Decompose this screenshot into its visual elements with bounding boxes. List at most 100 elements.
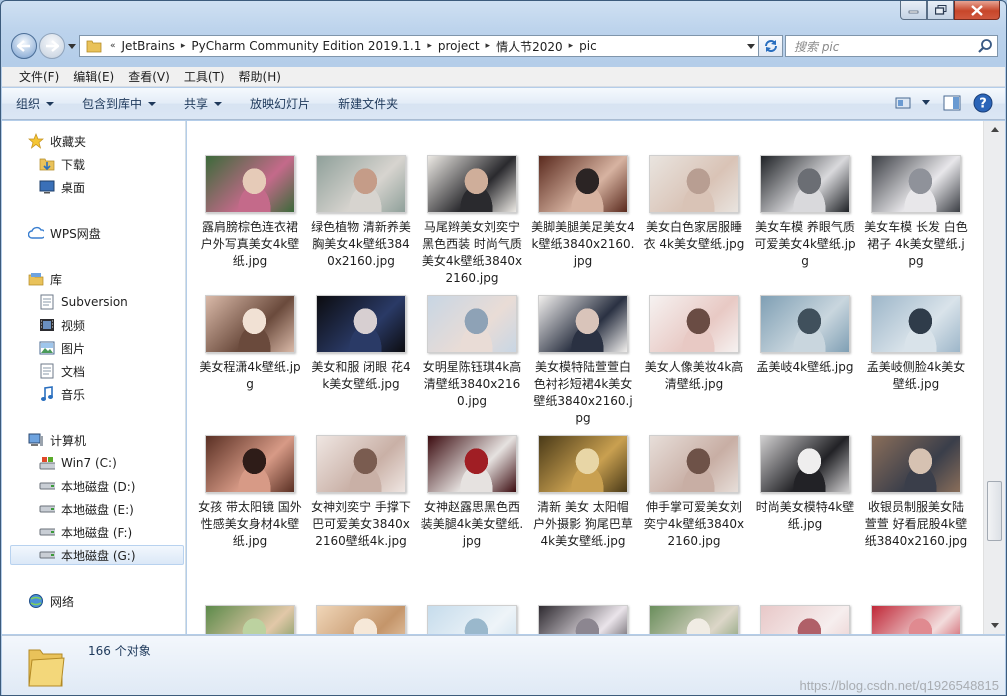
nav-music[interactable]: 音乐	[39, 384, 85, 404]
file-item[interactable]: 美脚美腿美足美女4k壁纸3840x2160.jpg	[529, 155, 637, 270]
file-item[interactable]	[418, 605, 526, 634]
image-thumbnail	[871, 295, 961, 353]
search-icon[interactable]	[977, 38, 993, 57]
file-item[interactable]: 美女模特陆萱萱白色衬衫短裙4k美女壁纸3840x2160.jpg	[529, 295, 637, 427]
nav-desktop[interactable]: 桌面	[39, 177, 85, 197]
breadcrumb-pycharm[interactable]: PyCharm Community Edition 2019.1.1	[191, 39, 421, 53]
refresh-button[interactable]	[759, 35, 783, 57]
file-item[interactable]: 女神刘奕宁 手撑下巴可爱美女3840x2160壁纸4k.jpg	[307, 435, 415, 550]
include-in-library-button[interactable]: 包含到库中	[82, 95, 157, 112]
search-input[interactable]: 搜索 pic	[785, 35, 998, 57]
file-item[interactable]	[529, 605, 637, 634]
nav-network[interactable]: 网络	[28, 591, 74, 611]
image-thumbnail	[760, 295, 850, 353]
nav-libraries[interactable]: 库	[28, 269, 62, 289]
image-thumbnail	[760, 605, 850, 634]
menu-view[interactable]: 查看(V)	[121, 68, 177, 85]
back-button[interactable]	[11, 33, 37, 59]
file-item[interactable]: 孟美岐侧脸4k美女壁纸.jpg	[862, 295, 970, 393]
file-item[interactable]: 美女白色家居服睡衣 4k美女壁纸.jpg	[640, 155, 748, 253]
slideshow-button[interactable]: 放映幻灯片	[250, 95, 310, 112]
nav-favorites[interactable]: 收藏夹	[28, 131, 86, 151]
file-item[interactable]	[196, 605, 304, 634]
nav-downloads[interactable]: 下载	[39, 154, 85, 174]
nav-pictures[interactable]: 图片	[39, 338, 85, 358]
scroll-up-button[interactable]	[984, 121, 1005, 138]
address-bar[interactable]: « JetBrains ▸ PyCharm Community Edition …	[79, 35, 759, 57]
preview-pane-button[interactable]	[943, 95, 961, 111]
share-button[interactable]: 共享	[184, 95, 223, 112]
menu-help[interactable]: 帮助(H)	[232, 68, 288, 85]
new-folder-button[interactable]: 新建文件夹	[338, 95, 398, 112]
menu-file[interactable]: 文件(F)	[12, 68, 66, 85]
scroll-down-button[interactable]	[984, 617, 1005, 634]
file-item[interactable]: 清新 美女 太阳帽 户外摄影 狗尾巴草 4k美女壁纸.jpg	[529, 435, 637, 550]
nav-drive-f[interactable]: 本地磁盘 (F:)	[39, 522, 132, 542]
breadcrumb-overflow[interactable]: «	[104, 41, 122, 51]
preview-pane-icon	[943, 95, 961, 111]
vertical-scrollbar[interactable]	[983, 121, 1005, 634]
menu-edit[interactable]: 编辑(E)	[66, 68, 121, 85]
nav-drive-c[interactable]: Win7 (C:)	[39, 453, 117, 473]
nav-computer[interactable]: 计算机	[28, 430, 86, 450]
file-item[interactable]	[862, 605, 970, 634]
file-item[interactable]	[751, 605, 859, 634]
breadcrumb-pic[interactable]: pic	[579, 39, 597, 53]
menu-tools[interactable]: 工具(T)	[177, 68, 232, 85]
nav-drive-g[interactable]: 本地磁盘 (G:)	[10, 545, 184, 565]
breadcrumb-separator-icon[interactable]: ▸	[175, 41, 192, 51]
file-item[interactable]: 美女车模 长发 白色裙子 4k美女壁纸.jpg	[862, 155, 970, 270]
back-arrow-icon	[17, 40, 30, 52]
hard-drive-icon	[39, 524, 55, 540]
maximize-button[interactable]	[927, 1, 954, 20]
change-view-button[interactable]	[895, 96, 931, 110]
file-item[interactable]: 马尾辫美女刘奕宁 黑色西装 时尚气质美女4k壁纸3840x2160.jpg	[418, 155, 526, 287]
file-name: 美女车模 长发 白色裙子 4k美女壁纸.jpg	[864, 220, 968, 268]
address-history-dropdown[interactable]	[742, 36, 758, 56]
help-button[interactable]: ?	[973, 93, 993, 113]
file-item[interactable]: 收银员制服美女陆萱萱 好看屁股4k壁纸3840x2160.jpg	[862, 435, 970, 550]
nav-wps-cloud[interactable]: WPS网盘	[28, 223, 101, 243]
file-name: 美女车模 养眼气质可爱美女4k壁纸.jpg	[754, 220, 856, 268]
file-item[interactable]: 伸手掌可爱美女刘奕宁4k壁纸3840x2160.jpg	[640, 435, 748, 550]
file-item[interactable]: 绿色植物 清新养美胸美女4k壁纸3840x2160.jpg	[307, 155, 415, 270]
image-thumbnail	[871, 605, 961, 634]
nav-documents[interactable]: 文档	[39, 361, 85, 381]
minimize-button[interactable]	[900, 1, 927, 20]
nav-videos[interactable]: 视频	[39, 315, 85, 335]
breadcrumb-jetbrains[interactable]: JetBrains	[122, 39, 175, 53]
nav-drive-d[interactable]: 本地磁盘 (D:)	[39, 476, 135, 496]
file-item[interactable]: 露肩膀棕色连衣裙 户外写真美女4k壁纸.jpg	[196, 155, 304, 270]
file-item[interactable]	[640, 605, 748, 634]
file-item[interactable]: 美女和服 闭眼 花4k美女壁纸.jpg	[307, 295, 415, 393]
image-thumbnail	[871, 435, 961, 493]
file-item[interactable]: 女明星陈钰琪4k高清壁纸3840x2160.jpg	[418, 295, 526, 410]
file-item[interactable]: 时尚美女模特4k壁纸.jpg	[751, 435, 859, 533]
file-item[interactable]: 女孩 带太阳镜 国外性感美女身材4k壁纸.jpg	[196, 435, 304, 550]
nav-drive-e[interactable]: 本地磁盘 (E:)	[39, 499, 134, 519]
nav-desktop-label: 桌面	[61, 180, 86, 195]
breadcrumb-separator-icon[interactable]: ▸	[480, 41, 497, 51]
breadcrumb-valentine[interactable]: 情人节2020	[496, 38, 563, 55]
file-item[interactable]	[307, 605, 415, 634]
file-item[interactable]: 女神赵露思黑色西装美腿4k美女壁纸.jpg	[418, 435, 526, 550]
breadcrumb-separator-icon[interactable]: ▸	[421, 41, 438, 51]
file-item[interactable]: 孟美岐4k壁纸.jpg	[751, 295, 859, 376]
breadcrumb-project[interactable]: project	[438, 39, 480, 53]
nav-computer-label: 计算机	[50, 433, 87, 448]
file-item[interactable]: 美女车模 养眼气质可爱美女4k壁纸.jpg	[751, 155, 859, 270]
forward-button[interactable]	[39, 33, 65, 59]
nav-drive-c-label: Win7 (C:)	[61, 456, 117, 470]
chevron-down-icon	[922, 100, 930, 105]
nav-subversion[interactable]: Subversion	[39, 292, 128, 312]
file-item[interactable]: 美女人像美妆4k高清壁纸.jpg	[640, 295, 748, 393]
chevron-down-icon	[148, 101, 157, 106]
breadcrumb-separator-icon[interactable]: ▸	[563, 41, 580, 51]
file-item[interactable]: 美女程潇4k壁纸.jpg	[196, 295, 304, 393]
close-button[interactable]	[954, 1, 1000, 20]
scroll-thumb[interactable]	[987, 481, 1002, 541]
document-icon	[39, 363, 55, 379]
organize-button[interactable]: 组织	[16, 95, 55, 112]
folder-icon	[26, 642, 66, 691]
recent-pages-dropdown[interactable]	[67, 41, 77, 51]
